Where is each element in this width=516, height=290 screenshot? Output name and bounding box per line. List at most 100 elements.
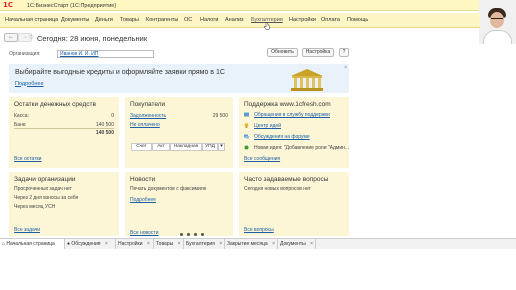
page-title: Сегодня: 28 июня, понедельник — [37, 33, 148, 43]
ideas-center-link[interactable]: Центр идей — [254, 123, 281, 129]
cash-label: Касса: — [14, 113, 29, 119]
menu-item-goods[interactable]: Товары — [120, 17, 139, 23]
organization-field[interactable]: Иванов И. И. ИП — [57, 49, 154, 58]
news-more-link[interactable]: Подробнее — [130, 197, 156, 203]
title-bar: 1С 1С:БизнесСтарт (1С:Предприятие) — [0, 0, 516, 11]
menu-item-money[interactable]: Деньги — [95, 17, 113, 23]
credit-promo-banner: Выбирайте выгодные кредиты и оформляйте … — [9, 64, 349, 93]
promo-close-icon[interactable]: × — [344, 65, 347, 71]
task-documents-label: Документы — [280, 241, 306, 247]
idea-lightbulb-icon — [244, 123, 249, 128]
presenter-glasses — [491, 18, 503, 21]
organization-label: Организация: — [9, 51, 41, 57]
carousel-dot[interactable] — [201, 233, 204, 236]
task-month-close-label: Закрытие месяца — [227, 241, 268, 247]
cash-total-value: 140 500 — [95, 130, 114, 136]
close-icon[interactable]: × — [219, 241, 222, 247]
buyers-debt-value: 29 500 — [212, 113, 228, 119]
task-documents[interactable]: Документы × — [278, 239, 316, 249]
home-icon: ⌂ — [2, 241, 6, 247]
menu-item-help[interactable]: Помощь — [347, 17, 368, 23]
close-icon[interactable]: × — [178, 241, 181, 247]
app-logo: 1С — [3, 1, 14, 9]
buyers-panel: Покупатели Задолженность 29 500 Не оплач… — [125, 97, 233, 168]
menu-item-fixed-assets[interactable]: ОС — [184, 17, 192, 23]
organization-row: Организация: Иванов И. И. ИП Обновить На… — [0, 48, 516, 62]
all-balances-link[interactable]: Все остатки — [14, 156, 41, 162]
main-menu: Начальная страница Документы Деньги Това… — [0, 13, 480, 28]
waybill-button[interactable]: Накладная — [170, 143, 202, 151]
carousel-dot[interactable] — [187, 233, 190, 236]
menu-item-taxes[interactable]: Налоги — [200, 17, 218, 23]
all-tasks-link[interactable]: Все задачи — [14, 227, 40, 233]
news-text: Печать документов с факсимиле — [130, 186, 207, 192]
new-idea-dot-icon — [244, 145, 249, 150]
menu-item-counterparties[interactable]: Контрагенты — [146, 17, 178, 23]
forum-icon — [244, 134, 249, 139]
open-windows-bar: ⌂ Начальная страница ● Обсуждения × Наст… — [0, 238, 516, 249]
news-panel-title: Новости — [130, 176, 156, 183]
invoice-button[interactable]: Счет — [131, 143, 152, 151]
support-requests-link[interactable]: Обращения в службу поддержки — [254, 112, 330, 118]
task-row-contributions: Через 2 дня взносы за себя — [14, 195, 79, 201]
close-icon[interactable]: × — [105, 241, 108, 247]
task-accounting[interactable]: Бухгалтерия × — [184, 239, 225, 249]
faq-panel: Часто задаваемые вопросы Сегодня новых в… — [239, 172, 349, 236]
settings-button[interactable]: Настройка — [302, 48, 334, 57]
bank-building-icon — [291, 69, 323, 91]
all-messages-link[interactable]: Все сообщения — [244, 156, 280, 162]
task-row-usn: Через месяц УСН — [14, 204, 56, 210]
cash-value: 0 — [111, 113, 114, 119]
close-icon[interactable]: × — [272, 241, 275, 247]
upd-dropdown-icon[interactable]: ▾ — [218, 143, 225, 151]
favorite-star-icon[interactable]: ☆ — [28, 33, 34, 41]
refresh-button[interactable]: Обновить — [267, 48, 298, 57]
buyers-debt-link[interactable]: Задолженность — [130, 113, 166, 119]
back-button[interactable]: ← — [4, 33, 18, 42]
task-discussions[interactable]: ● Обсуждения × — [65, 239, 116, 249]
task-row-overdue: Просроченных задач нет — [14, 186, 72, 192]
mouse-cursor-icon — [264, 22, 270, 30]
page-toolbar: ← → ☆ Сегодня: 28 июня, понедельник — [0, 30, 516, 46]
cash-panel-title: Остатки денежных средств — [14, 101, 96, 108]
upd-button[interactable]: УПД — [202, 143, 218, 151]
task-goods[interactable]: Товары × — [154, 239, 184, 249]
all-news-link[interactable]: Все новости — [130, 230, 159, 236]
task-month-close[interactable]: Закрытие месяца × — [225, 239, 278, 249]
news-panel: Новости Печать документов с факсимиле По… — [125, 172, 233, 236]
support-request-icon — [244, 112, 249, 117]
promo-text: Выбирайте выгодные кредиты и оформляйте … — [15, 69, 225, 76]
faq-panel-title: Часто задаваемые вопросы — [244, 176, 329, 183]
task-home-label: Начальная страница — [6, 241, 55, 247]
carousel-dot[interactable] — [180, 233, 183, 236]
forum-link[interactable]: Обсуждения на форуме — [254, 134, 310, 140]
task-goods-label: Товары — [156, 241, 174, 247]
menu-item-analysis[interactable]: Анализ — [225, 17, 244, 23]
task-settings[interactable]: Настройки × — [116, 239, 154, 249]
new-idea-text[interactable]: Новая идея: "Добавление роли "Админ... — [254, 145, 349, 151]
support-panel-title: Поддержка www.1cfresh.com — [244, 101, 331, 108]
promo-more-link[interactable]: Подробнее — [15, 81, 44, 87]
menu-item-settings[interactable]: Настройки — [289, 17, 316, 23]
cash-balances-panel: Остатки денежных средств Касса: 0 Банк: … — [9, 97, 119, 168]
buyers-unpaid-link[interactable]: Не оплачено — [130, 122, 160, 128]
total-separator — [14, 128, 114, 129]
task-settings-label: Настройки — [118, 241, 143, 247]
carousel-dot[interactable] — [194, 233, 197, 236]
support-panel: Поддержка www.1cfresh.com Обращения в сл… — [239, 97, 349, 168]
act-button[interactable]: Акт — [152, 143, 170, 151]
tasks-panel: Задачи организации Просроченных задач не… — [9, 172, 119, 236]
task-home[interactable]: ⌂ Начальная страница — [0, 239, 65, 249]
task-discussions-label: Обсуждения — [71, 241, 101, 247]
menu-item-documents[interactable]: Документы — [61, 17, 89, 23]
close-icon[interactable]: × — [147, 241, 150, 247]
menu-item-payment[interactable]: Оплата — [321, 17, 340, 23]
close-icon[interactable]: × — [310, 241, 313, 247]
menu-item-home[interactable]: Начальная страница — [5, 17, 58, 23]
help-button[interactable]: ? — [339, 48, 349, 57]
all-questions-link[interactable]: Все вопросы — [244, 227, 274, 233]
buyers-panel-title: Покупатели — [130, 101, 166, 108]
empty-area — [0, 249, 516, 290]
tasks-panel-title: Задачи организации — [14, 176, 76, 183]
faq-text: Сегодня новых вопросов нет — [244, 186, 311, 192]
